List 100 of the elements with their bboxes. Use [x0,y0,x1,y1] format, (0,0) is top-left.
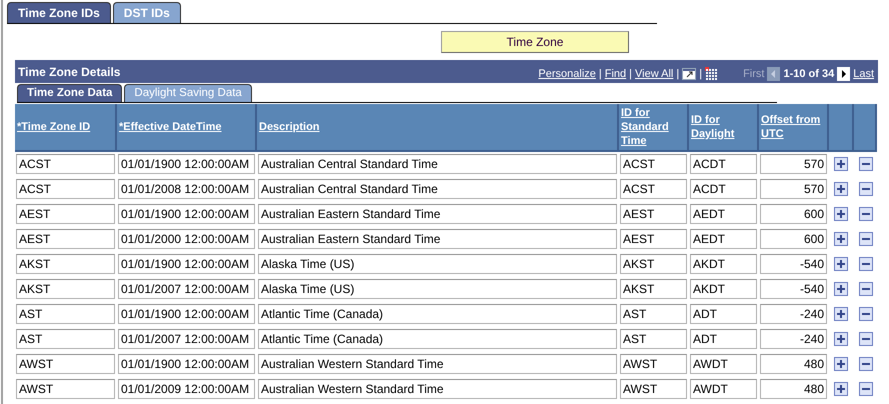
input-field[interactable]: ACDT [690,154,757,174]
minus-icon [862,335,870,343]
delete-row-button[interactable] [859,332,873,346]
input-field[interactable]: AEDT [690,204,757,224]
add-row-button[interactable] [834,232,848,246]
delete-row-button[interactable] [859,257,873,271]
input-field[interactable]: Australian Eastern Standard Time [258,204,617,224]
input-field[interactable]: AWDT [690,379,757,399]
input-field[interactable]: 570 [760,154,827,174]
input-field[interactable]: Australian Eastern Standard Time [258,229,617,249]
input-field[interactable]: 600 [760,204,827,224]
delete-row-button[interactable] [859,282,873,296]
input-field[interactable]: -540 [760,254,827,274]
input-field[interactable]: ACST [620,154,687,174]
input-field[interactable]: Australian Western Standard Time [258,354,617,374]
input-field[interactable]: 480 [760,354,827,374]
input-field[interactable]: ACDT [690,179,757,199]
input-field[interactable]: -240 [760,329,827,349]
input-field[interactable]: 480 [760,379,827,399]
input-field[interactable]: Australian Central Standard Time [258,154,617,174]
delete-row-button[interactable] [859,307,873,321]
input-field[interactable]: AKST [620,279,687,299]
delete-row-button[interactable] [859,207,873,221]
separator: | [676,68,680,80]
add-row-button[interactable] [834,257,848,271]
input-field[interactable]: AST [16,329,115,349]
minus-icon [862,210,870,218]
add-row-button[interactable] [834,307,848,321]
input-field[interactable]: ACST [16,154,115,174]
input-field[interactable]: 600 [760,229,827,249]
add-row-button[interactable] [834,332,848,346]
input-field[interactable]: 570 [760,179,827,199]
add-row-button[interactable] [834,357,848,371]
input-field[interactable]: -240 [760,304,827,324]
plus-icon [837,285,845,293]
input-field[interactable]: Australian Western Standard Time [258,379,617,399]
input-field[interactable]: ACST [620,179,687,199]
minus-icon [862,310,870,318]
input-field[interactable]: 01/01/2000 12:00:00AM [118,229,255,249]
input-field[interactable]: AKST [16,279,115,299]
add-row-button[interactable] [834,282,848,296]
input-field[interactable]: ACST [16,179,115,199]
input-field[interactable]: AEST [620,229,687,249]
input-field[interactable]: Alaska Time (US) [258,254,617,274]
input-field[interactable]: 01/01/2009 12:00:00AM [118,379,255,399]
delete-row-button[interactable] [859,182,873,196]
add-row-button[interactable] [834,182,848,196]
input-field[interactable]: ADT [690,304,757,324]
input-field[interactable]: AKDT [690,279,757,299]
input-field[interactable]: AKST [16,254,115,274]
input-field[interactable]: AST [620,304,687,324]
add-row-button[interactable] [834,157,848,171]
input-field[interactable]: AEDT [690,229,757,249]
input-field[interactable]: 01/01/2007 12:00:00AM [118,329,255,349]
delete-row-button[interactable] [859,382,873,396]
next-icon[interactable] [837,66,850,80]
input-field[interactable]: AWDT [690,354,757,374]
input-field[interactable]: 01/01/1900 12:00:00AM [118,154,255,174]
grid-link[interactable]: View All [635,68,674,80]
input-field[interactable]: AKST [620,254,687,274]
input-field[interactable]: AEST [620,204,687,224]
minus-icon [862,260,870,268]
grid-icon[interactable] [705,67,718,80]
input-field[interactable]: Australian Central Standard Time [258,179,617,199]
input-field[interactable]: AST [16,304,115,324]
delete-row-button[interactable] [859,157,873,171]
delete-row-button[interactable] [859,232,873,246]
add-row-button[interactable] [834,382,848,396]
input-field[interactable]: Atlantic Time (Canada) [258,329,617,349]
last-link[interactable]: Last [853,68,874,80]
input-field[interactable]: 01/01/1900 12:00:00AM [118,354,255,374]
new-window-icon[interactable] [682,68,696,80]
grid-link[interactable]: Personalize [538,68,596,80]
separator: | [598,68,602,80]
input-field[interactable]: 01/01/1900 12:00:00AM [118,204,255,224]
minus-icon [862,235,870,243]
plus-icon [837,335,845,343]
tab[interactable]: Time Zone Data [17,84,122,102]
input-field[interactable]: 01/01/2008 12:00:00AM [118,179,255,199]
grid-link[interactable]: Find [604,68,626,80]
add-row-button[interactable] [834,207,848,221]
tab[interactable]: Time Zone IDs [7,2,111,23]
time-zone-button[interactable]: Time Zone [441,31,629,53]
input-field[interactable]: -540 [760,279,827,299]
minus-icon [862,385,870,393]
input-field[interactable]: AWST [16,354,115,374]
input-field[interactable]: ADT [690,329,757,349]
delete-row-button[interactable] [859,357,873,371]
input-field[interactable]: AKDT [690,254,757,274]
input-field[interactable]: 01/01/2007 12:00:00AM [118,279,255,299]
input-field[interactable]: AST [620,329,687,349]
input-field[interactable]: 01/01/1900 12:00:00AM [118,254,255,274]
input-field[interactable]: AWST [620,379,687,399]
input-field[interactable]: Alaska Time (US) [258,279,617,299]
input-field[interactable]: AWST [620,354,687,374]
input-field[interactable]: 01/01/1900 12:00:00AM [118,304,255,324]
input-field[interactable]: AEST [16,204,115,224]
input-field[interactable]: AWST [16,379,115,399]
input-field[interactable]: AEST [16,229,115,249]
input-field[interactable]: Atlantic Time (Canada) [258,304,617,324]
